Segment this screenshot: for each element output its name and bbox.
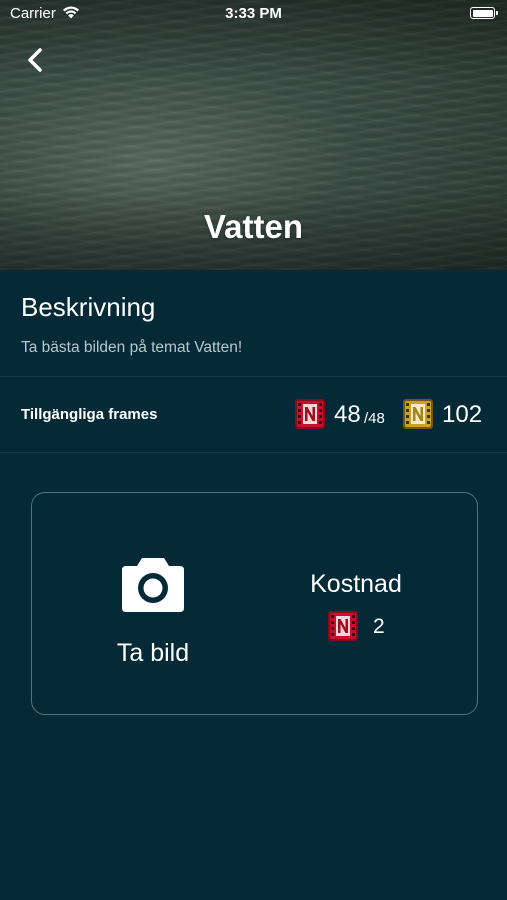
- gold-frames-count: 102: [442, 401, 483, 428]
- camera-icon: [122, 558, 184, 612]
- red-frames-count: 48: [334, 401, 361, 428]
- gold-film-icon: [403, 399, 433, 429]
- cost-label: Kostnad: [310, 570, 402, 598]
- cost-value: 2: [373, 615, 385, 638]
- frames-label: Tillgängliga frames: [21, 406, 158, 423]
- description-section: Beskrivning Ta bästa bilden på temat Vat…: [0, 270, 507, 377]
- back-button[interactable]: [20, 42, 52, 78]
- chevron-left-icon: [28, 48, 42, 72]
- page-title: Vatten: [203, 208, 304, 245]
- red-film-icon: [295, 399, 325, 429]
- frames-section: Tillgängliga frames 48 /48 102: [0, 377, 507, 453]
- status-bar: Carrier 3:33 PM: [0, 0, 507, 28]
- battery-icon: [470, 7, 498, 19]
- description-heading: Beskrivning: [21, 292, 156, 322]
- take-photo-card[interactable]: Ta bild Kostnad 2: [31, 492, 478, 715]
- status-time: 3:33 PM: [225, 5, 282, 22]
- cost-film-icon: [328, 611, 358, 641]
- take-photo-label: Ta bild: [116, 639, 190, 667]
- red-frames-max: /48: [364, 410, 385, 427]
- description-text: Ta bästa bilden på temat Vatten!: [21, 339, 243, 356]
